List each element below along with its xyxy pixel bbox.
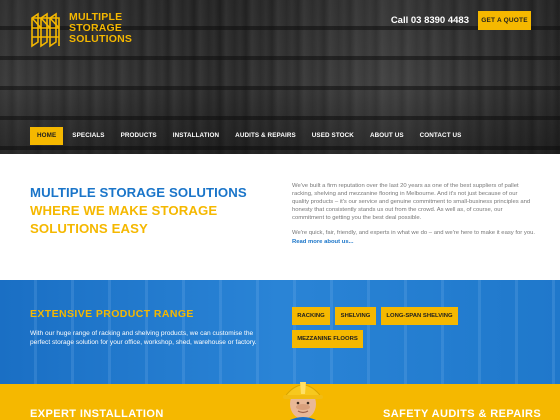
long-span-shelving-button[interactable]: LONG-SPAN SHELVING — [381, 307, 458, 325]
nav-item-products[interactable]: PRODUCTS — [114, 127, 164, 145]
main-nav: HOME SPECIALS PRODUCTS INSTALLATION AUDI… — [30, 127, 470, 145]
nav-item-installation[interactable]: INSTALLATION — [166, 127, 226, 145]
nav-item-audits-repairs[interactable]: AUDITS & REPAIRS — [228, 127, 303, 145]
racking-logo-icon — [31, 12, 60, 48]
intro-copy: We've built a firm reputation over the l… — [292, 182, 536, 253]
intro-paragraph: We've built a firm reputation over the l… — [292, 183, 531, 222]
safety-audits-heading[interactable]: SAFETY AUDITS & REPAIRS — [383, 408, 541, 420]
nav-item-about-us[interactable]: ABOUT US — [363, 127, 411, 145]
hard-hat-worker-icon — [283, 382, 323, 420]
headline-company: MULTIPLE STORAGE SOLUTIONS — [30, 185, 247, 200]
page-headline: MULTIPLE STORAGE SOLUTIONS WHERE WE MAKE… — [30, 184, 247, 238]
headline-tagline-1: WHERE WE MAKE STORAGE — [30, 203, 218, 218]
nav-item-used-stock[interactable]: USED STOCK — [305, 127, 361, 145]
expert-installation-heading[interactable]: EXPERT INSTALLATION — [30, 408, 164, 420]
intro-paragraph: We're quick, fair, friendly, and experts… — [292, 230, 536, 245]
get-a-quote-button[interactable]: GET A QUOTE — [478, 11, 531, 30]
phone-number[interactable]: Call 03 8390 4483 — [391, 15, 469, 26]
mezzanine-floors-button[interactable]: MEZZANINE FLOORS — [292, 330, 363, 348]
read-more-link[interactable]: Read more about us... — [292, 239, 354, 245]
nav-item-specials[interactable]: SPECIALS — [65, 127, 111, 145]
shelving-button[interactable]: SHELVING — [335, 307, 376, 325]
nav-item-contact-us[interactable]: CONTACT US — [413, 127, 469, 145]
headline-tagline-2: SOLUTIONS EASY — [30, 221, 148, 236]
logo-wordmark: MULTIPLE STORAGE SOLUTIONS — [69, 11, 133, 45]
range-copy: With our huge range of racking and shelv… — [30, 330, 257, 347]
hero-header: MULTIPLE STORAGE SOLUTIONS Call 03 8390 … — [0, 0, 560, 154]
nav-item-home[interactable]: HOME — [30, 127, 64, 145]
racking-button[interactable]: RACKING — [292, 307, 330, 325]
range-title: EXTENSIVE PRODUCT RANGE — [30, 308, 194, 320]
site-logo[interactable]: MULTIPLE STORAGE SOLUTIONS — [28, 12, 132, 48]
intro-section: MULTIPLE STORAGE SOLUTIONS WHERE WE MAKE… — [0, 154, 560, 280]
product-range-section: EXTENSIVE PRODUCT RANGE With our huge ra… — [0, 280, 560, 384]
